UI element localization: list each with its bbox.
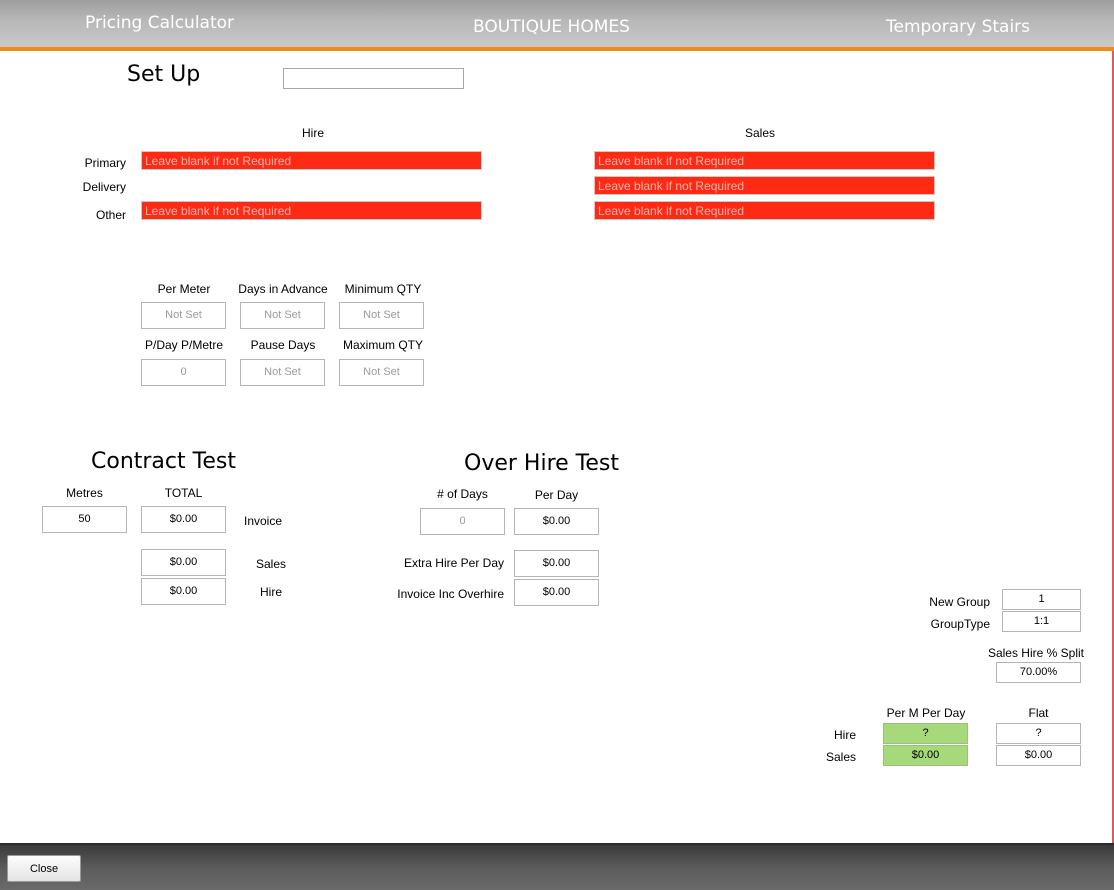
hire-column-header: Hire bbox=[301, 126, 324, 140]
app-title: Pricing Calculator bbox=[85, 13, 235, 33]
per-day-value: $0.00 bbox=[514, 508, 599, 535]
pday-pmetre-label: P/Day P/Metre bbox=[144, 338, 224, 352]
per-m-per-day-label: Per M Per Day bbox=[886, 706, 966, 720]
company-name: BOUTIQUE HOMES bbox=[473, 17, 630, 37]
metres-input[interactable]: 50 bbox=[42, 506, 127, 533]
pause-days-label: Pause Days bbox=[250, 338, 316, 352]
hire-flat-value: ? bbox=[996, 723, 1081, 744]
hire-label: Hire bbox=[260, 585, 283, 599]
hire-per-m-per-day-value: ? bbox=[883, 723, 968, 744]
days-input[interactable]: 0 bbox=[420, 508, 505, 535]
metres-label: Metres bbox=[66, 486, 103, 500]
product-name: Temporary Stairs bbox=[886, 17, 1031, 37]
minimum-qty-field[interactable]: Not Set bbox=[339, 302, 424, 329]
sales-total: $0.00 bbox=[141, 549, 226, 576]
primary-label: Primary bbox=[84, 156, 126, 170]
setup-heading: Set Up bbox=[127, 62, 201, 87]
contract-test-heading: Contract Test bbox=[91, 449, 236, 474]
per-meter-field[interactable]: Not Set bbox=[141, 302, 226, 329]
other-hire-field[interactable]: Leave blank if not Required bbox=[141, 201, 482, 220]
days-label: # of Days bbox=[437, 487, 488, 501]
group-type-label: GroupType bbox=[930, 617, 990, 631]
sales-flat-value: $0.00 bbox=[996, 745, 1081, 766]
setup-name-input[interactable] bbox=[283, 68, 464, 89]
extra-hire-per-day-label: Extra Hire Per Day bbox=[403, 556, 504, 570]
sales-rate-label: Sales bbox=[825, 750, 856, 764]
title-bar: Pricing Calculator BOUTIQUE HOMES Tempor… bbox=[0, 0, 1114, 51]
sales-per-m-per-day-value: $0.00 bbox=[883, 745, 968, 766]
new-group-label: New Group bbox=[929, 595, 990, 609]
other-label: Other bbox=[95, 208, 126, 222]
primary-sales-field[interactable]: Leave blank if not Required bbox=[594, 151, 935, 170]
other-sales-field[interactable]: Leave blank if not Required bbox=[594, 201, 935, 220]
delivery-sales-field[interactable]: Leave blank if not Required bbox=[594, 176, 935, 195]
new-group-value: 1 bbox=[1002, 589, 1081, 610]
per-meter-label: Per Meter bbox=[157, 282, 211, 296]
footer-bar: Close bbox=[0, 843, 1114, 890]
invoice-label: Invoice bbox=[244, 514, 283, 528]
sales-label: Sales bbox=[256, 557, 287, 571]
minimum-qty-label: Minimum QTY bbox=[344, 282, 422, 296]
invoice-inc-overhire-value: $0.00 bbox=[514, 579, 599, 606]
close-button[interactable]: Close bbox=[7, 855, 81, 882]
sales-hire-split-value: 70.00% bbox=[996, 662, 1081, 683]
primary-hire-field[interactable]: Leave blank if not Required bbox=[141, 151, 482, 170]
hire-total: $0.00 bbox=[141, 578, 226, 605]
pday-pmetre-field[interactable]: 0 bbox=[141, 359, 226, 386]
maximum-qty-field[interactable]: Not Set bbox=[339, 359, 424, 386]
per-day-label: Per Day bbox=[534, 488, 579, 502]
sales-hire-split-label: Sales Hire % Split bbox=[987, 646, 1084, 660]
over-hire-heading: Over Hire Test bbox=[464, 451, 619, 476]
invoice-inc-overhire-label: Invoice Inc Overhire bbox=[397, 587, 504, 601]
total-label: TOTAL bbox=[164, 486, 203, 500]
pause-days-field[interactable]: Not Set bbox=[240, 359, 325, 386]
days-in-advance-field[interactable]: Not Set bbox=[240, 302, 325, 329]
sales-column-header: Sales bbox=[744, 126, 776, 140]
group-type-value: 1:1 bbox=[1002, 611, 1081, 632]
invoice-total: $0.00 bbox=[141, 506, 226, 533]
maximum-qty-label: Maximum QTY bbox=[342, 338, 423, 352]
days-in-advance-label: Days in Advance bbox=[238, 282, 328, 296]
flat-label: Flat bbox=[1028, 706, 1049, 720]
delivery-label: Delivery bbox=[82, 180, 126, 194]
hire-rate-label: Hire bbox=[833, 728, 856, 742]
extra-hire-per-day-value: $0.00 bbox=[514, 550, 599, 577]
